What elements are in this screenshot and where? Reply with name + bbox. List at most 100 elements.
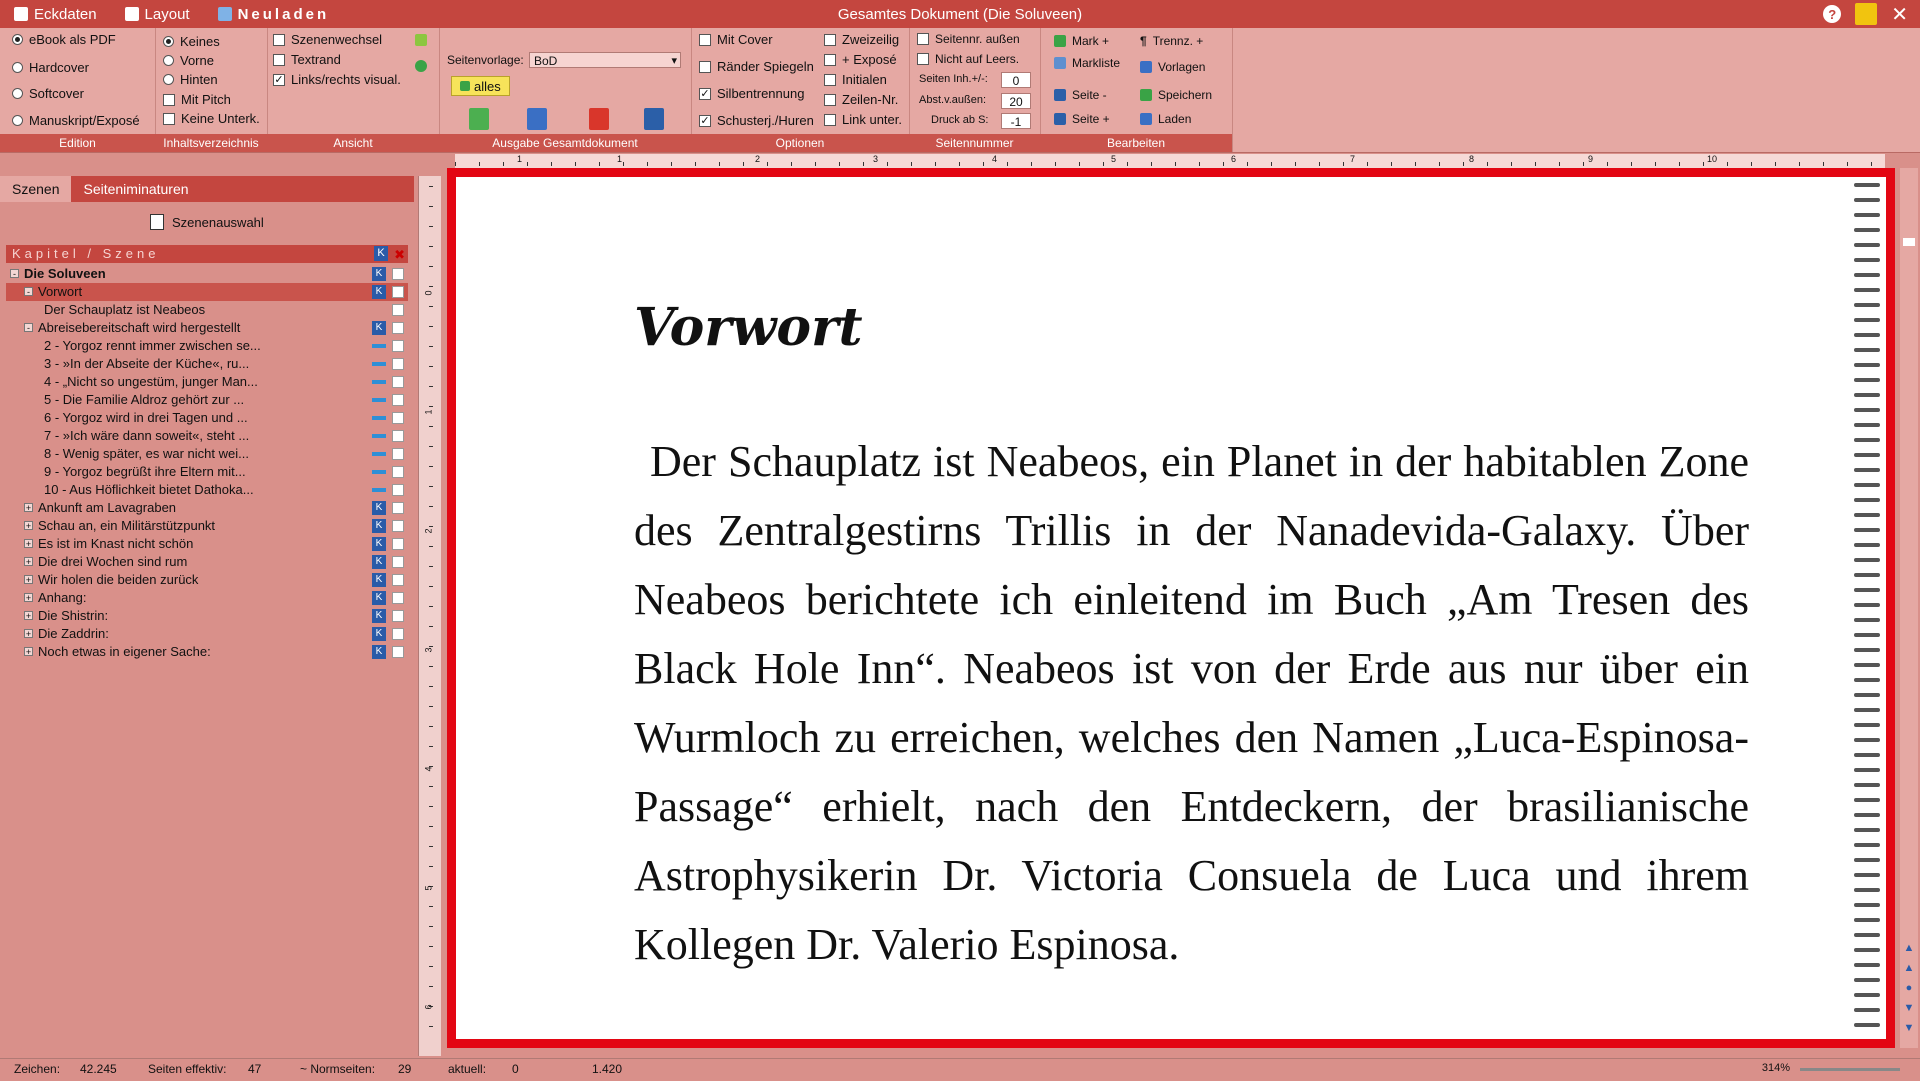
seiten-inh-input[interactable]: 0	[1001, 72, 1031, 88]
tree-item-checkbox[interactable]	[392, 520, 404, 532]
menu-neuladen[interactable]: Neuladen	[204, 0, 344, 28]
seite-minus-button[interactable]: Seite -	[1054, 88, 1107, 102]
check-link-unter[interactable]: Link unter.	[824, 112, 902, 127]
menu-eckdaten[interactable]: Eckdaten	[0, 0, 111, 28]
check-szenenwechsel[interactable]: Szenenwechsel	[273, 32, 382, 47]
check-links-rechts[interactable]: Links/rechts visual.	[273, 72, 401, 87]
tree-item-checkbox[interactable]	[392, 304, 404, 316]
k-icon[interactable]: K	[372, 519, 386, 533]
check-schusterjungen[interactable]: Schusterj./Huren	[699, 113, 814, 128]
check-mit-pitch[interactable]: Mit Pitch	[163, 92, 231, 107]
user-icon[interactable]	[1855, 3, 1878, 25]
check-nicht-auf-leers[interactable]: Nicht auf Leers.	[917, 52, 1019, 66]
mark-plus-button[interactable]: Mark +	[1054, 34, 1109, 48]
tree-item[interactable]: - Die Soluveen K	[6, 265, 408, 283]
book-icon[interactable]	[415, 34, 427, 46]
pdf-export-icon[interactable]	[589, 108, 609, 130]
tree-item-checkbox[interactable]	[392, 376, 404, 388]
word-export-icon[interactable]	[527, 108, 547, 130]
tree-item-checkbox[interactable]	[392, 448, 404, 460]
tree-item[interactable]: + Die Shistrin: K	[6, 607, 408, 625]
tree-item[interactable]: + Die drei Wochen sind rum K	[6, 553, 408, 571]
tree-item[interactable]: 8 - Wenig später, es war nicht wei...	[6, 445, 408, 463]
tree-item-checkbox[interactable]	[392, 268, 404, 280]
check-keine-unterk[interactable]: Keine Unterk.	[163, 111, 260, 126]
help-button[interactable]: ?	[1823, 5, 1842, 23]
tree-item[interactable]: - Abreisebereitschaft wird hergestellt K	[6, 319, 408, 337]
epub-export-icon[interactable]	[469, 108, 489, 130]
tab-seiteniminaturen[interactable]: Seiteniminaturen	[71, 176, 200, 202]
radio-manuskript[interactable]: Manuskript/Exposé	[12, 113, 140, 128]
collapse-icon[interactable]: -	[24, 287, 33, 297]
tree-item[interactable]: 2 - Yorgoz rennt immer zwischen se...	[6, 337, 408, 355]
szenenauswahl-button[interactable]: Szenenauswahl	[150, 214, 264, 230]
expand-icon[interactable]: +	[24, 611, 33, 621]
seitenvorlage-select[interactable]: BoD	[529, 52, 681, 69]
tree-item[interactable]: 4 - „Nicht so ungestüm, junger Man...	[6, 373, 408, 391]
close-button[interactable]: ✕	[1891, 2, 1908, 27]
markliste-button[interactable]: Markliste	[1054, 56, 1120, 70]
tree-item-checkbox[interactable]	[392, 628, 404, 640]
tree-item[interactable]: + Schau an, ein Militärstützpunkt K	[6, 517, 408, 535]
tree-item-checkbox[interactable]	[392, 358, 404, 370]
tree-item[interactable]: + Wir holen die beiden zurück K	[6, 571, 408, 589]
tree-item-checkbox[interactable]	[392, 646, 404, 658]
check-zeilen-nr[interactable]: Zeilen-Nr.	[824, 92, 898, 107]
laden-button[interactable]: Laden	[1140, 112, 1191, 126]
k-icon[interactable]: K	[372, 609, 386, 623]
k-icon[interactable]: K	[372, 627, 386, 641]
tree-item[interactable]: + Anhang: K	[6, 589, 408, 607]
tree-item[interactable]: 7 - »Ich wäre dann soweit«, steht ...	[6, 427, 408, 445]
tree-item[interactable]: 9 - Yorgoz begrüßt ihre Eltern mit...	[6, 463, 408, 481]
zoom-slider[interactable]	[1800, 1068, 1900, 1071]
scroll-nav-icons[interactable]: ▲ ▲ ● ▼ ▼	[1902, 938, 1916, 1038]
k-icon[interactable]: K	[372, 555, 386, 569]
check-textrand[interactable]: Textrand	[273, 52, 341, 67]
tree-item-checkbox[interactable]	[392, 556, 404, 568]
expand-icon[interactable]: +	[24, 539, 33, 549]
expand-icon[interactable]: +	[24, 593, 33, 603]
alles-button[interactable]: alles	[451, 76, 510, 96]
tree-item[interactable]: + Ankunft am Lavagraben K	[6, 499, 408, 517]
radio-toc-vorne[interactable]: Vorne	[163, 53, 214, 68]
tree-item[interactable]: - Vorwort K	[6, 283, 408, 301]
tree-item[interactable]: 10 - Aus Höflichkeit bietet Dathoka...	[6, 481, 408, 499]
tree-item-checkbox[interactable]	[392, 286, 404, 298]
check-mit-cover[interactable]: Mit Cover	[699, 32, 773, 47]
tree-item-checkbox[interactable]	[392, 592, 404, 604]
check-seitennr-aussen[interactable]: Seitennr. außen	[917, 32, 1020, 46]
k-icon[interactable]: K	[374, 246, 388, 261]
check-silbentrennung[interactable]: Silbentrennung	[699, 86, 804, 101]
speichern-button[interactable]: Speichern	[1140, 88, 1212, 102]
check-expose[interactable]: + Exposé	[824, 52, 897, 67]
expand-icon[interactable]: +	[24, 647, 33, 657]
scrollbar-thumb[interactable]	[1903, 238, 1915, 246]
radio-softcover[interactable]: Softcover	[12, 86, 84, 101]
tree-item[interactable]: 3 - »In der Abseite der Küche«, ru...	[6, 355, 408, 373]
tree-item-checkbox[interactable]	[392, 322, 404, 334]
vorlagen-button[interactable]: Vorlagen	[1140, 60, 1205, 74]
expand-icon[interactable]: +	[24, 557, 33, 567]
vertical-scrollbar[interactable]: ▲ ▲ ● ▼ ▼	[1900, 168, 1918, 1048]
tree-item-checkbox[interactable]	[392, 574, 404, 586]
arrow-icon[interactable]	[415, 60, 427, 72]
expand-icon[interactable]: +	[24, 629, 33, 639]
tree-item-checkbox[interactable]	[392, 466, 404, 478]
druck-ab-input[interactable]: -1	[1001, 113, 1031, 129]
tree-item-checkbox[interactable]	[392, 538, 404, 550]
tree-item[interactable]: 6 - Yorgoz wird in drei Tagen und ...	[6, 409, 408, 427]
expand-icon[interactable]: +	[24, 521, 33, 531]
tree-item-checkbox[interactable]	[392, 412, 404, 424]
k-icon[interactable]: K	[372, 267, 386, 281]
check-raender-spiegeln[interactable]: Ränder Spiegeln	[699, 59, 814, 74]
collapse-icon[interactable]: -	[10, 269, 19, 279]
tree-item[interactable]: Der Schauplatz ist Neabeos	[6, 301, 408, 319]
tree-item[interactable]: 5 - Die Familie Aldroz gehört zur ...	[6, 391, 408, 409]
abst-aussen-input[interactable]: 20	[1001, 93, 1031, 109]
expand-icon[interactable]: +	[24, 503, 33, 513]
k-icon[interactable]: K	[372, 501, 386, 515]
radio-toc-keines[interactable]: Keines	[163, 34, 220, 49]
check-initialen[interactable]: Initialen	[824, 72, 887, 87]
tree-item-checkbox[interactable]	[392, 430, 404, 442]
k-icon[interactable]: K	[372, 645, 386, 659]
